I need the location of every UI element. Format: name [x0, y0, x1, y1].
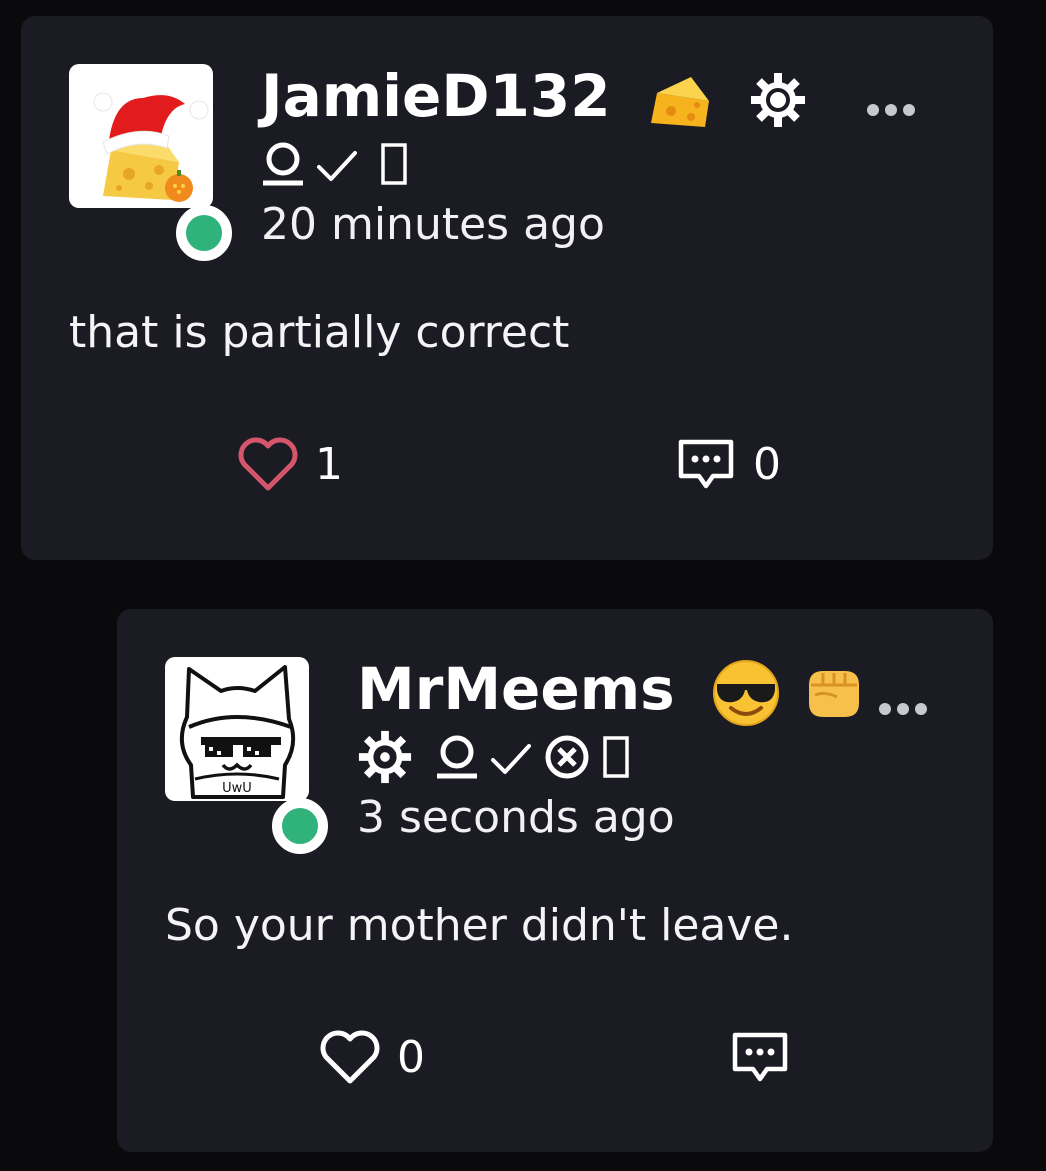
username[interactable]: MrMeems [357, 653, 865, 728]
comment-button[interactable]: 0 [675, 436, 781, 492]
like-button[interactable]: 1 [237, 436, 343, 492]
post-text: that is partially correct [69, 307, 570, 358]
box-icon [381, 143, 407, 185]
person-icon [263, 142, 303, 186]
more-dot-icon [885, 104, 897, 116]
more-options-button[interactable] [867, 104, 915, 116]
sunglasses-emoji-icon [712, 659, 779, 726]
x-circle-icon [545, 735, 589, 779]
comment-icon [732, 1032, 788, 1082]
comment-icon [678, 439, 734, 489]
more-options-button[interactable] [879, 703, 927, 715]
like-count: 0 [397, 1031, 425, 1083]
box-icon [603, 736, 629, 778]
heart-icon [320, 1030, 380, 1084]
online-status-indicator [176, 205, 232, 261]
more-dot-icon [897, 703, 909, 715]
avatar[interactable] [69, 64, 213, 208]
cheese-santa-hat-avatar [93, 92, 209, 202]
comment-count: 0 [753, 438, 781, 490]
gear-icon [358, 730, 412, 784]
person-icon [437, 735, 477, 779]
post-card: UwU MrMeems 3 seconds ago So your mother… [117, 609, 993, 1152]
post-card: JamieD132 20 minutes ago that is partial… [21, 16, 993, 560]
avatar[interactable]: UwU [165, 657, 309, 801]
post-timestamp: 3 seconds ago [357, 792, 675, 843]
user-badges [261, 136, 411, 192]
like-button[interactable]: 0 [319, 1029, 425, 1085]
avatar-caption: UwU [222, 781, 252, 796]
comment-button[interactable] [729, 1029, 807, 1085]
more-dot-icon [879, 703, 891, 715]
post-text: So your mother didn't leave. [165, 900, 794, 951]
like-count: 1 [315, 438, 343, 490]
check-icon [317, 151, 357, 181]
user-badges [357, 729, 631, 785]
post-timestamp: 20 minutes ago [261, 199, 605, 250]
gear-icon [751, 72, 805, 127]
more-dot-icon [903, 104, 915, 116]
more-dot-icon [867, 104, 879, 116]
more-dot-icon [915, 703, 927, 715]
username[interactable]: JamieD132 [261, 60, 807, 132]
fist-emoji-icon [809, 670, 860, 717]
online-status-indicator [272, 798, 328, 854]
heart-icon [238, 437, 298, 491]
cat-with-sunglasses-avatar [179, 665, 296, 799]
check-icon [491, 744, 531, 774]
cheese-emoji-icon [650, 76, 709, 127]
